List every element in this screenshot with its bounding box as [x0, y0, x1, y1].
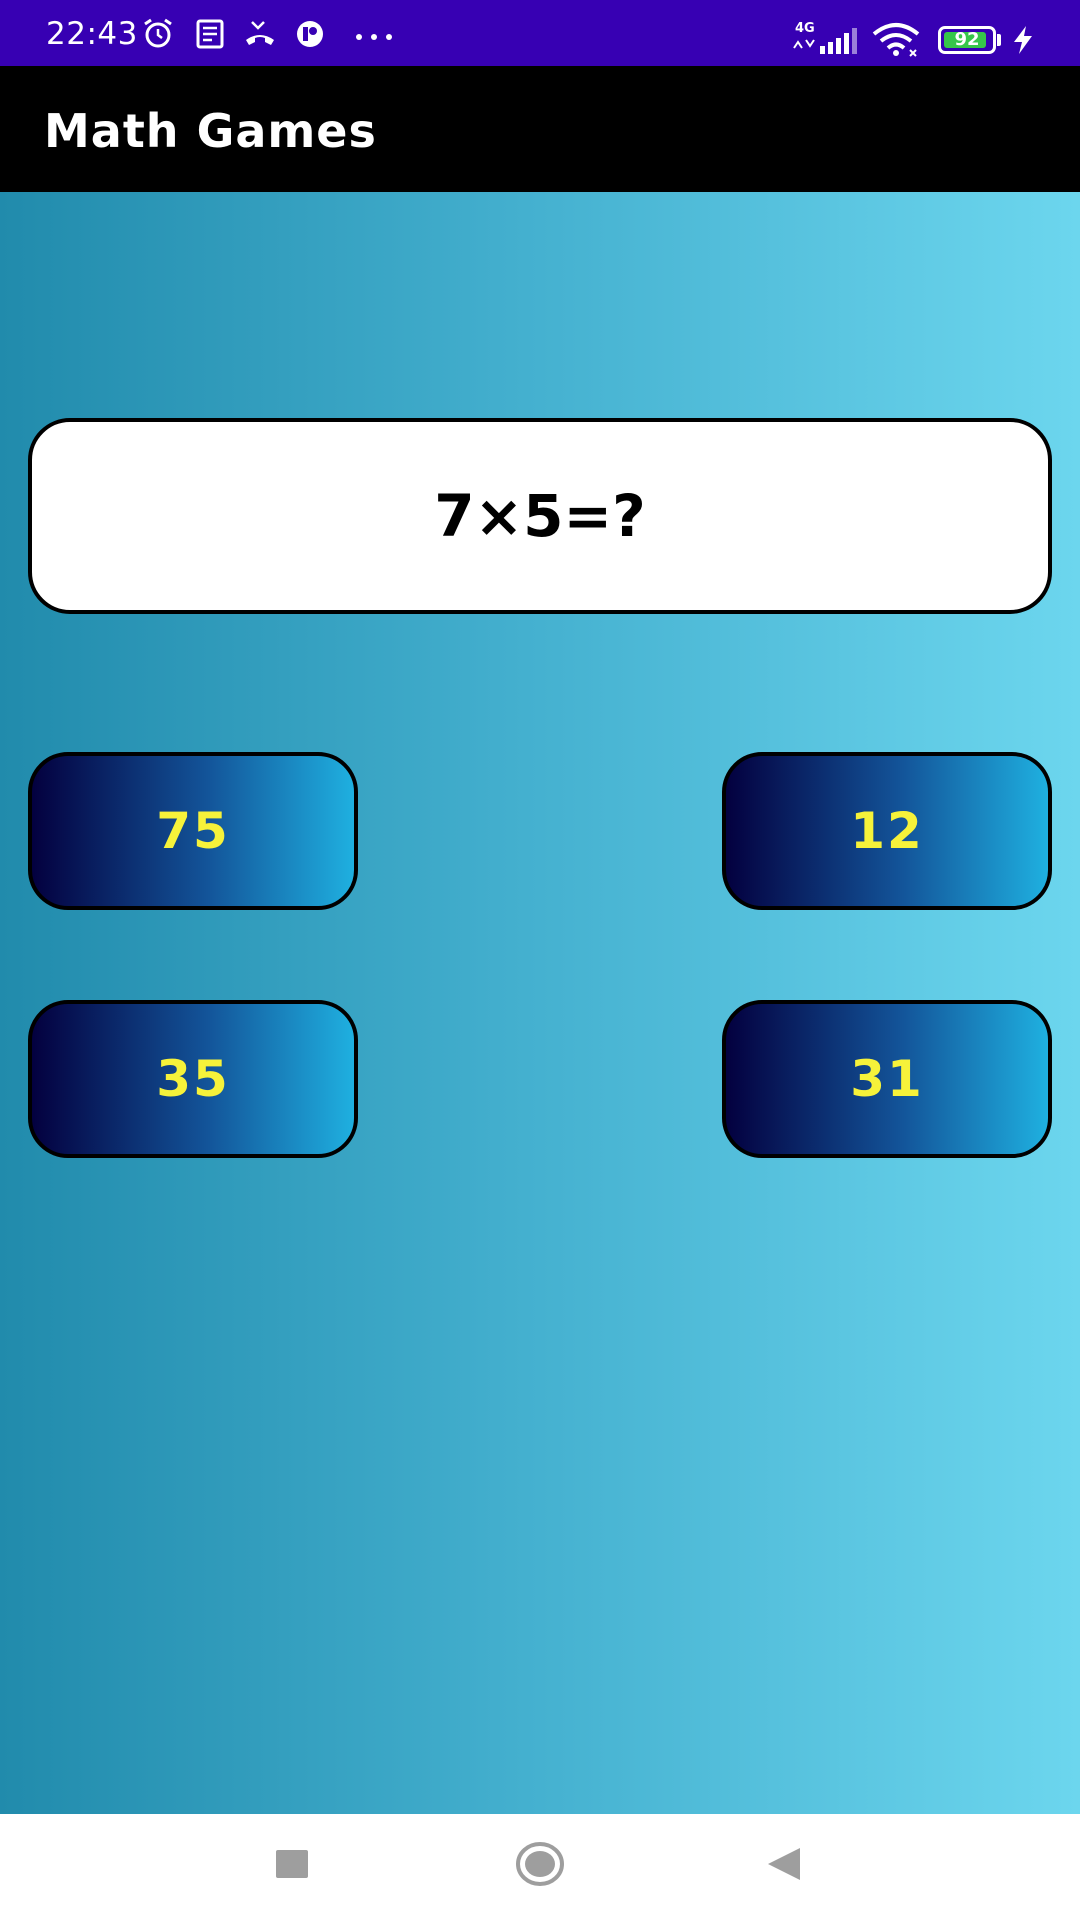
- answer-button-4[interactable]: 31: [722, 1000, 1052, 1158]
- app-title: Math Games: [44, 104, 377, 158]
- missed-call-icon: [242, 18, 278, 50]
- alarm-icon: [140, 18, 176, 50]
- question-card: 7×5=?: [28, 418, 1052, 614]
- news-icon: [192, 18, 228, 50]
- wifi-icon: [872, 22, 924, 58]
- signal-icon: [790, 28, 860, 54]
- status-bar: 22:43 4G 92: [0, 0, 1080, 66]
- answer-label: 35: [156, 1050, 230, 1108]
- battery-level: 92: [954, 29, 980, 50]
- answer-label: 31: [850, 1050, 924, 1108]
- status-time: 22:43: [46, 16, 138, 52]
- battery-icon: 92: [938, 26, 1002, 54]
- answer-button-2[interactable]: 12: [722, 752, 1052, 910]
- answer-button-3[interactable]: 35: [28, 1000, 358, 1158]
- app-notification-icon: [292, 18, 328, 50]
- app-bar: Math Games: [0, 66, 1080, 192]
- answer-button-1[interactable]: 75: [28, 752, 358, 910]
- navigation-bar: [0, 1814, 1080, 1920]
- recent-apps-icon[interactable]: [276, 1850, 308, 1878]
- more-dots-icon: [354, 28, 394, 40]
- home-icon[interactable]: [515, 1841, 565, 1887]
- back-icon[interactable]: [764, 1844, 804, 1884]
- answer-label: 75: [156, 802, 230, 860]
- question-text: 7×5=?: [434, 482, 646, 550]
- charging-icon: [1010, 24, 1036, 56]
- game-area: 7×5=? 75 12 35 31: [0, 192, 1080, 1814]
- answer-label: 12: [850, 802, 924, 860]
